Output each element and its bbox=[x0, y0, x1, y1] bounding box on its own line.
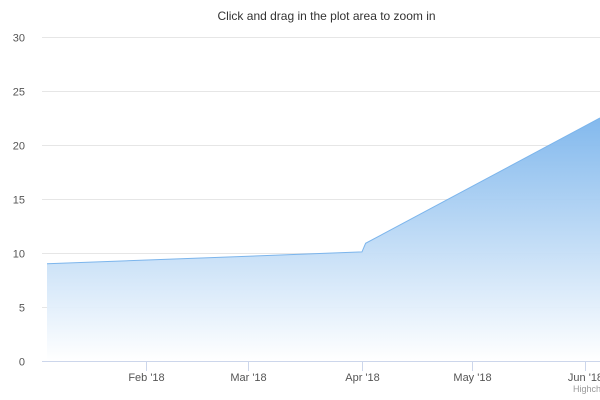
area-fill bbox=[47, 118, 600, 361]
credits-label[interactable]: Highcharts.com bbox=[573, 384, 600, 394]
area-series bbox=[46, 117, 600, 361]
y-tick-label: 10 bbox=[13, 249, 25, 261]
y-axis-labels: 0 5 10 15 20 25 30 bbox=[13, 33, 25, 369]
x-axis bbox=[42, 361, 600, 371]
x-tick-label: May '18 bbox=[453, 372, 491, 384]
y-tick-label: 20 bbox=[13, 141, 25, 153]
x-axis-labels: Feb '18 Mar '18 Apr '18 May '18 Jun '18 bbox=[128, 372, 600, 384]
x-tick-label: Apr '18 bbox=[345, 372, 380, 384]
y-tick-label: 0 bbox=[19, 357, 25, 369]
y-tick-label: 25 bbox=[13, 87, 25, 99]
x-tick-label: Jun '18 bbox=[568, 372, 600, 384]
y-tick-label: 15 bbox=[13, 195, 25, 207]
chart-plot[interactable]: 0 5 10 15 20 25 30 Feb '18 Mar '18 Apr '18 May '1… bbox=[0, 0, 600, 400]
y-tick-label: 5 bbox=[19, 303, 25, 315]
x-tick-label: Feb '18 bbox=[128, 372, 164, 384]
chart-container[interactable]: Click and drag in the plot area to zoom … bbox=[0, 0, 600, 400]
x-tick-label: Mar '18 bbox=[230, 372, 266, 384]
y-tick-label: 30 bbox=[13, 33, 25, 45]
